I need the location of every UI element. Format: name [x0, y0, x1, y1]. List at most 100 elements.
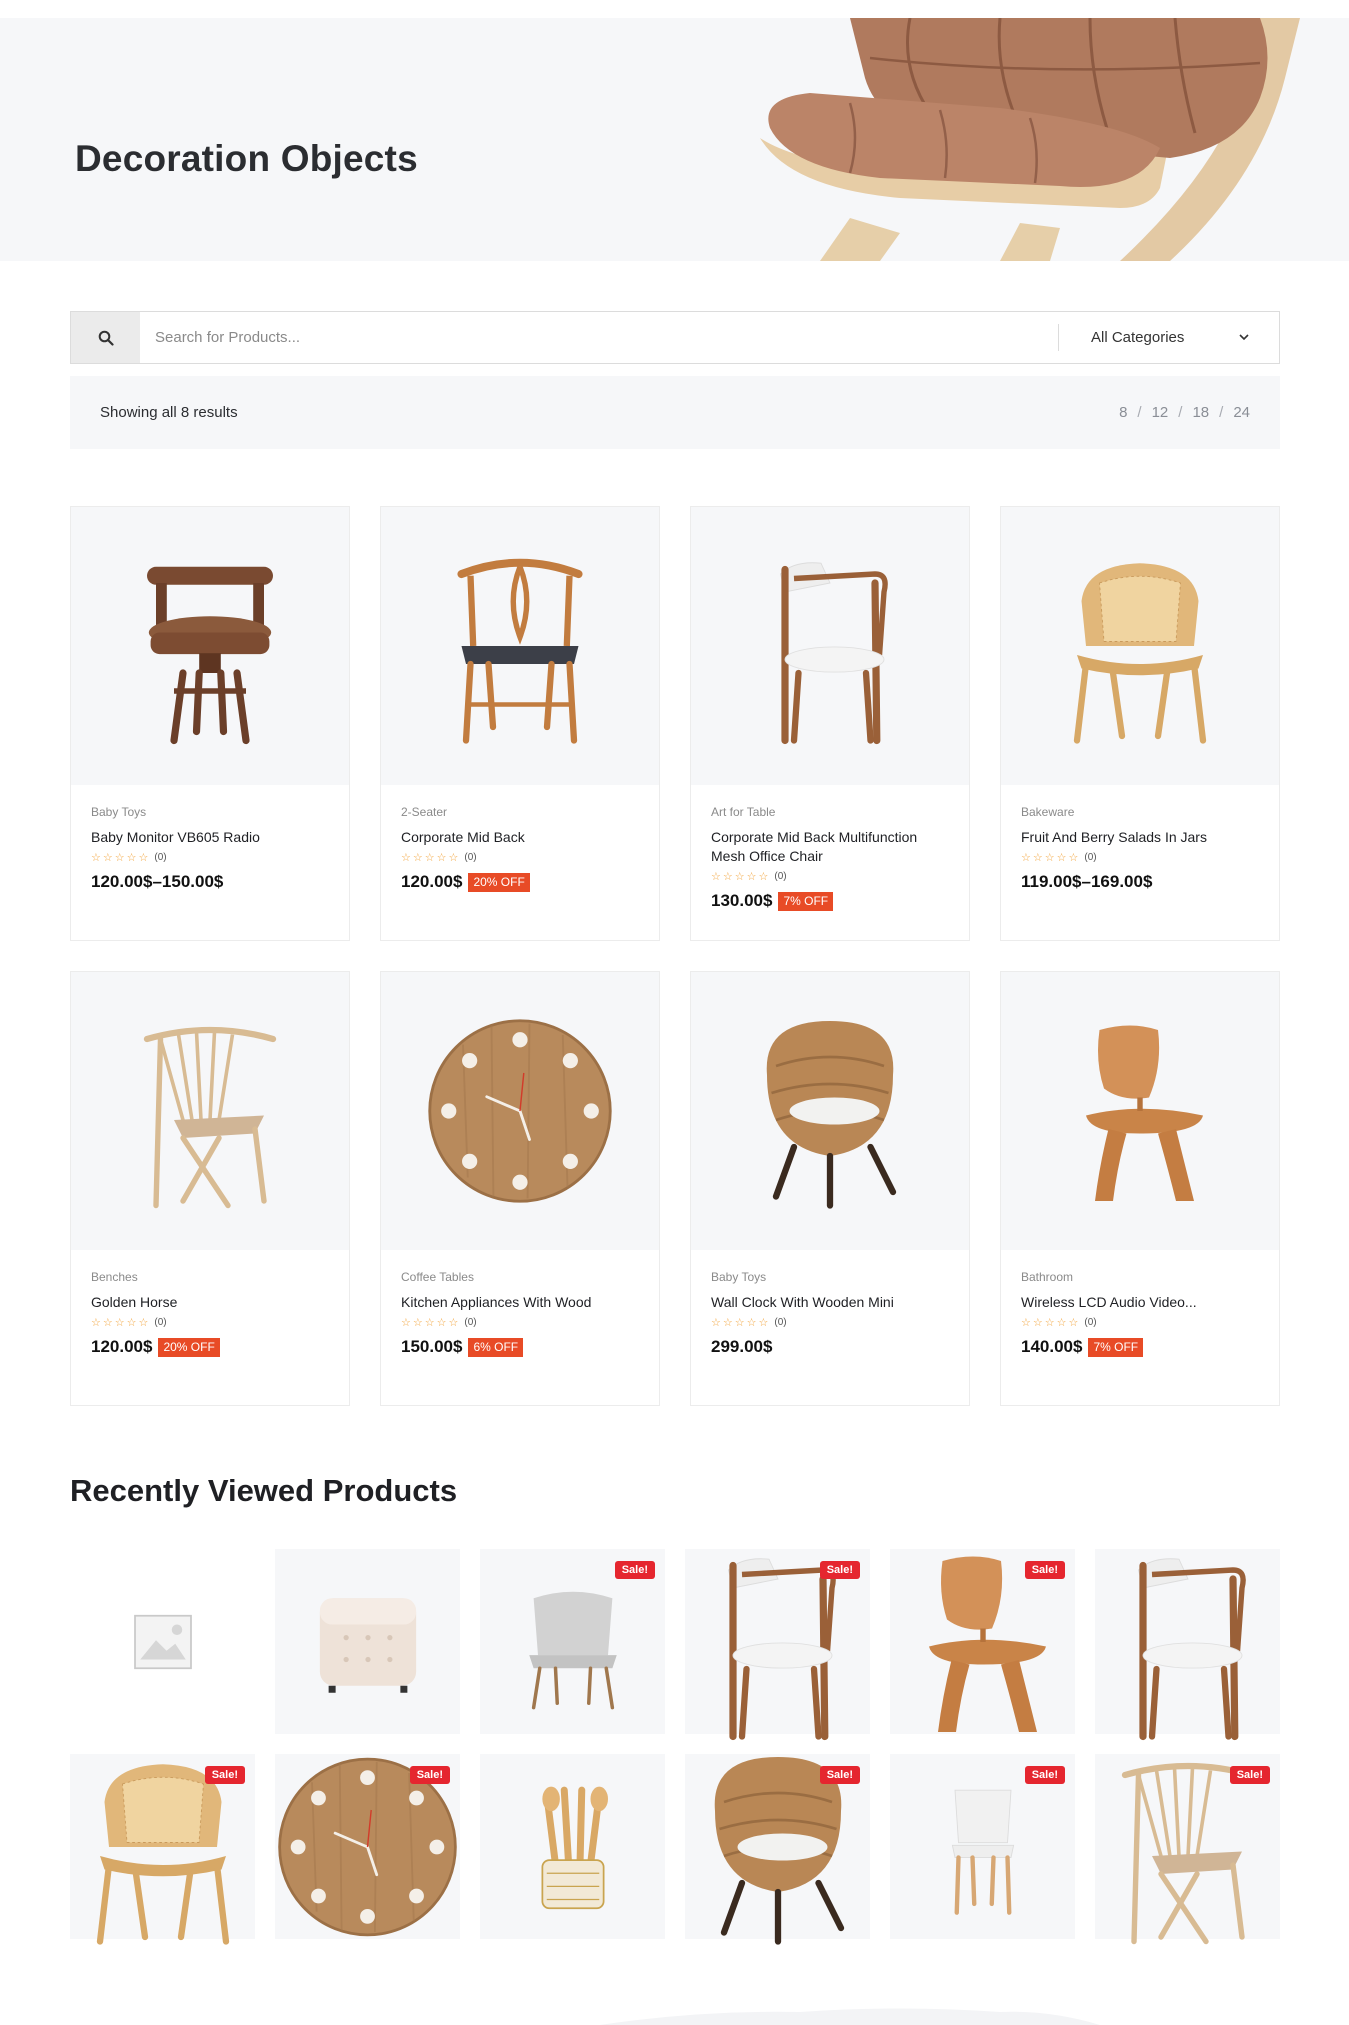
per-page-option[interactable]: 8: [1119, 404, 1127, 421]
rating-count: (0): [154, 852, 167, 863]
product-image[interactable]: [1001, 507, 1279, 785]
sale-badge: Sale!: [204, 1766, 245, 1784]
search-input[interactable]: [140, 312, 1058, 363]
rating-count: (0): [774, 1317, 787, 1328]
product-category[interactable]: Baby Toys: [711, 1270, 949, 1284]
star-icon: ☆: [102, 1317, 113, 1329]
star-icon: ☆: [1044, 1317, 1055, 1329]
star-icon: ☆: [401, 852, 411, 864]
star-icon: ☆: [746, 1317, 757, 1329]
product-rating: ☆ ☆ ☆ ☆ ☆ (0): [91, 1316, 329, 1329]
product-card[interactable]: Baby Toys Baby Monitor VB605 Radio ☆ ☆ ☆…: [70, 506, 350, 941]
product-category[interactable]: 2-Seater: [401, 805, 639, 819]
star-icon: ☆: [1032, 1317, 1043, 1329]
separator: /: [1219, 404, 1224, 421]
star-icon: ☆: [126, 1317, 137, 1329]
results-count: Showing all 8 results: [100, 404, 238, 421]
recently-viewed-item[interactable]: [275, 1549, 460, 1734]
product-card[interactable]: Benches Golden Horse ☆ ☆ ☆ ☆ ☆ (0) 120.0…: [70, 971, 350, 1406]
recently-viewed-item[interactable]: Sale!: [685, 1549, 870, 1740]
product-title[interactable]: Baby Monitor VB605 Radio: [91, 828, 329, 847]
product-category[interactable]: Benches: [91, 1270, 329, 1284]
product-title[interactable]: Wireless LCD Audio Video...: [1021, 1293, 1259, 1312]
recently-viewed-item[interactable]: [1095, 1549, 1280, 1740]
star-icon: ☆: [126, 852, 137, 864]
separator: /: [1178, 404, 1183, 421]
product-image[interactable]: [71, 507, 349, 785]
recently-viewed-item[interactable]: Sale!: [685, 1754, 870, 1945]
discount-badge: 7% OFF: [778, 891, 834, 911]
star-icon: ☆: [711, 1317, 721, 1329]
product-image[interactable]: [691, 972, 969, 1250]
rating-count: (0): [464, 1317, 477, 1328]
star-icon: ☆: [138, 852, 149, 864]
recently-viewed-item[interactable]: [480, 1754, 665, 1939]
recently-viewed-item[interactable]: Sale!: [890, 1549, 1075, 1734]
product-rating: ☆ ☆ ☆ ☆ ☆ (0): [401, 851, 639, 864]
per-page-option[interactable]: 18: [1192, 404, 1209, 421]
product-title[interactable]: Corporate Mid Back Multifunction Mesh Of…: [711, 828, 949, 866]
product-search-bar: All Categories: [70, 311, 1280, 364]
recently-viewed-item[interactable]: [70, 1549, 255, 1734]
product-category[interactable]: Coffee Tables: [401, 1270, 639, 1284]
star-icon: ☆: [711, 871, 721, 883]
rating-count: (0): [1084, 1317, 1097, 1328]
recently-viewed-item[interactable]: Sale!: [70, 1754, 255, 1945]
product-price: 150.00$: [401, 1337, 463, 1356]
product-title[interactable]: Wall Clock With Wooden Mini: [711, 1293, 949, 1312]
sale-badge: Sale!: [1024, 1766, 1065, 1784]
product-card[interactable]: 2-Seater Corporate Mid Back ☆ ☆ ☆ ☆ ☆ (0…: [380, 506, 660, 941]
product-card[interactable]: Baby Toys Wall Clock With Wooden Mini ☆ …: [690, 971, 970, 1406]
product-category[interactable]: Baby Toys: [91, 805, 329, 819]
product-image[interactable]: [691, 507, 969, 785]
star-icon: ☆: [91, 1317, 101, 1329]
product-rating: ☆ ☆ ☆ ☆ ☆ (0): [1021, 1316, 1259, 1329]
product-category[interactable]: Art for Table: [711, 805, 949, 819]
star-icon: ☆: [1021, 1317, 1031, 1329]
rating-count: (0): [154, 1317, 167, 1328]
chevron-down-icon: [1239, 334, 1249, 341]
recently-viewed-item[interactable]: Sale!: [480, 1549, 665, 1734]
product-price: 120.00$–150.00$: [91, 872, 224, 891]
product-image[interactable]: [381, 507, 659, 785]
star-icon: ☆: [746, 871, 757, 883]
recently-viewed-item[interactable]: Sale!: [890, 1754, 1075, 1939]
recently-viewed-grid: Sale! Sale! Sale! Sale! Sale! Sale! Sale…: [70, 1549, 1280, 1945]
product-rating: ☆ ☆ ☆ ☆ ☆ (0): [1021, 851, 1259, 864]
star-icon: ☆: [448, 852, 459, 864]
product-title[interactable]: Golden Horse: [91, 1293, 329, 1312]
product-title[interactable]: Kitchen Appliances With Wood: [401, 1293, 639, 1312]
star-icon: ☆: [758, 1317, 769, 1329]
product-category[interactable]: Bakeware: [1021, 805, 1259, 819]
page-title: Decoration Objects: [75, 138, 418, 179]
product-card[interactable]: Bakeware Fruit And Berry Salads In Jars …: [1000, 506, 1280, 941]
product-card[interactable]: Art for Table Corporate Mid Back Multifu…: [690, 506, 970, 941]
star-icon: ☆: [91, 852, 101, 864]
recently-viewed-item[interactable]: Sale!: [275, 1754, 460, 1939]
product-card[interactable]: Bathroom Wireless LCD Audio Video... ☆ ☆…: [1000, 971, 1280, 1406]
rating-count: (0): [1084, 852, 1097, 863]
product-rating: ☆ ☆ ☆ ☆ ☆ (0): [711, 870, 949, 883]
product-card[interactable]: Coffee Tables Kitchen Appliances With Wo…: [380, 971, 660, 1406]
product-image[interactable]: [381, 972, 659, 1250]
product-price: 119.00$–169.00$: [1021, 872, 1153, 891]
sale-badge: Sale!: [1229, 1766, 1270, 1784]
category-select[interactable]: All Categories: [1059, 312, 1279, 363]
product-image[interactable]: [1001, 972, 1279, 1250]
star-icon: ☆: [758, 871, 769, 883]
product-title[interactable]: Corporate Mid Back: [401, 828, 639, 847]
per-page-option[interactable]: 12: [1152, 404, 1169, 421]
product-title[interactable]: Fruit And Berry Salads In Jars: [1021, 828, 1259, 847]
footer-decoration: [600, 2008, 1100, 2025]
product-category[interactable]: Bathroom: [1021, 1270, 1259, 1284]
star-icon: ☆: [1044, 852, 1055, 864]
product-rating: ☆ ☆ ☆ ☆ ☆ (0): [91, 851, 329, 864]
search-button[interactable]: [71, 312, 140, 363]
discount-badge: 7% OFF: [1088, 1337, 1144, 1357]
product-image[interactable]: [71, 972, 349, 1250]
search-icon: [98, 330, 114, 346]
discount-badge: 6% OFF: [468, 1337, 524, 1357]
recently-viewed-item[interactable]: Sale!: [1095, 1754, 1280, 1944]
star-icon: ☆: [114, 1317, 125, 1329]
per-page-option[interactable]: 24: [1233, 404, 1250, 421]
